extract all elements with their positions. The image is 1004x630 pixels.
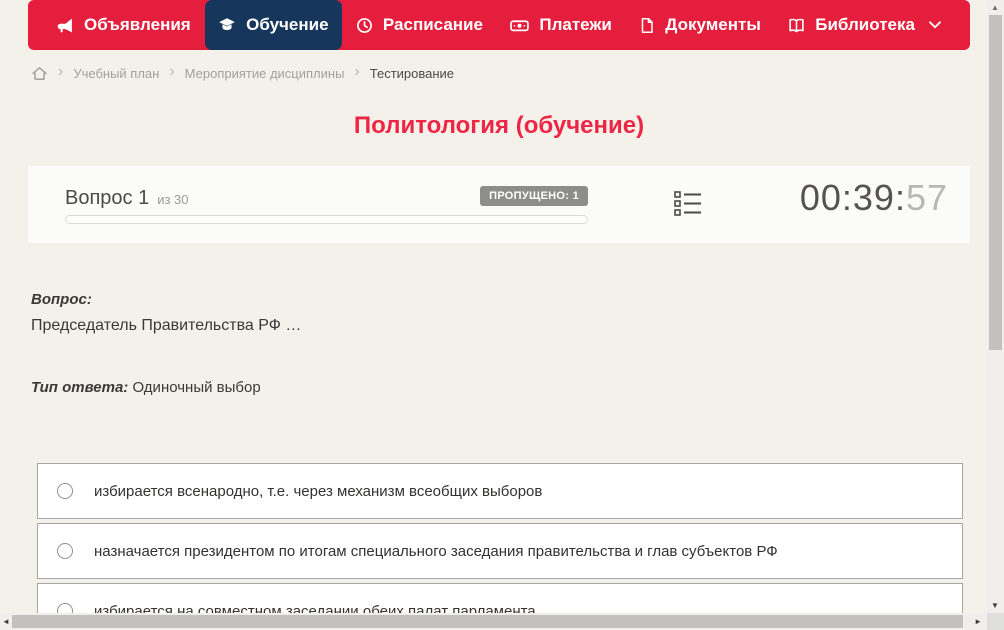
answer-type-label: Тип ответа: (31, 379, 129, 396)
question-text: Председатель Правительства РФ … (31, 317, 302, 334)
timer-seconds: 57 (905, 177, 948, 218)
nav-item-learning[interactable]: Обучение (205, 0, 342, 50)
radio-button[interactable] (57, 543, 73, 559)
nav-item-announcements[interactable]: Объявления (44, 0, 204, 50)
radio-button[interactable] (57, 483, 73, 499)
breadcrumb-item-curriculum[interactable]: Учебный план (73, 66, 159, 81)
megaphone-icon (57, 17, 74, 34)
nav-item-label: Платежи (539, 15, 612, 34)
breadcrumb-separator-icon: › (169, 63, 175, 80)
answer-option-text: назначается президентом по итогам специа… (94, 542, 778, 560)
answer-type-value: Одиночный выбор (132, 379, 261, 396)
answer-option-2[interactable]: назначается президентом по итогам специа… (37, 523, 963, 579)
nav-item-label: Расписание (382, 15, 483, 34)
question-progress-card: Вопрос 1 из 30 ПРОПУЩЕНО: 1 00:39:57 (28, 166, 970, 243)
nav-item-documents[interactable]: Документы (626, 0, 774, 50)
home-icon[interactable] (31, 65, 48, 82)
chevron-down-icon (929, 21, 941, 29)
nav-item-payments[interactable]: Платежи (497, 0, 625, 50)
question-block: Вопрос: Председатель Правительства РФ … … (31, 291, 931, 396)
horizontal-scrollbar-thumb[interactable] (12, 615, 963, 628)
timer-minutes: 00:39: (799, 177, 906, 218)
skipped-badge: ПРОПУЩЕНО: 1 (480, 186, 588, 206)
graduation-cap-icon (218, 16, 236, 34)
scroll-left-icon[interactable]: ◄ (2, 618, 10, 626)
question-counter: Вопрос 1 из 30 (65, 187, 189, 210)
vertical-scrollbar-thumb[interactable] (989, 15, 1002, 350)
nav-item-schedule[interactable]: Расписание (343, 0, 496, 50)
scroll-right-icon[interactable]: ► (974, 618, 982, 626)
question-label: Вопрос: (31, 291, 92, 308)
question-list-icon[interactable] (674, 191, 702, 222)
top-navigation: Объявления Обучение Расписание Платежи Д… (28, 0, 970, 50)
answer-type: Тип ответа: Одиночный выбор (31, 379, 931, 396)
progress-bar (65, 215, 588, 224)
breadcrumb: › Учебный план › Мероприятие дисциплины … (31, 61, 454, 85)
vertical-scrollbar[interactable]: ▲ ▼ (987, 0, 1004, 613)
question-total: из 30 (157, 192, 189, 207)
breadcrumb-separator-icon: › (58, 63, 64, 80)
document-icon (639, 17, 655, 34)
scroll-down-icon[interactable]: ▼ (991, 602, 999, 610)
answer-option-1[interactable]: избирается всенародно, т.е. через механи… (37, 463, 963, 519)
answer-option-text: избирается всенародно, т.е. через механи… (94, 482, 543, 500)
timer: 00:39:57 (800, 177, 948, 219)
nav-item-label: Обучение (246, 15, 329, 34)
page-title: Политология (обучение) (353, 112, 645, 139)
scrollbar-corner (987, 613, 1004, 630)
breadcrumb-item-testing: Тестирование (369, 65, 455, 81)
book-icon (788, 17, 805, 34)
nav-item-library[interactable]: Библиотека (775, 0, 954, 50)
horizontal-scrollbar[interactable]: ◄ ► (0, 613, 987, 630)
question-number: Вопрос 1 (65, 187, 150, 209)
nav-item-label: Библиотека (815, 15, 915, 34)
breadcrumb-item-discipline-event[interactable]: Мероприятие дисциплины (185, 66, 345, 81)
clock-icon (356, 17, 373, 34)
nav-item-label: Объявления (84, 15, 191, 34)
banknote-icon (510, 17, 530, 34)
test-page: Объявления Обучение Расписание Платежи Д… (0, 0, 1004, 630)
answer-list: избирается всенародно, т.е. через механи… (37, 463, 963, 630)
scroll-up-icon[interactable]: ▲ (991, 4, 999, 12)
breadcrumb-separator-icon: › (354, 63, 360, 80)
nav-item-label: Документы (665, 15, 761, 34)
